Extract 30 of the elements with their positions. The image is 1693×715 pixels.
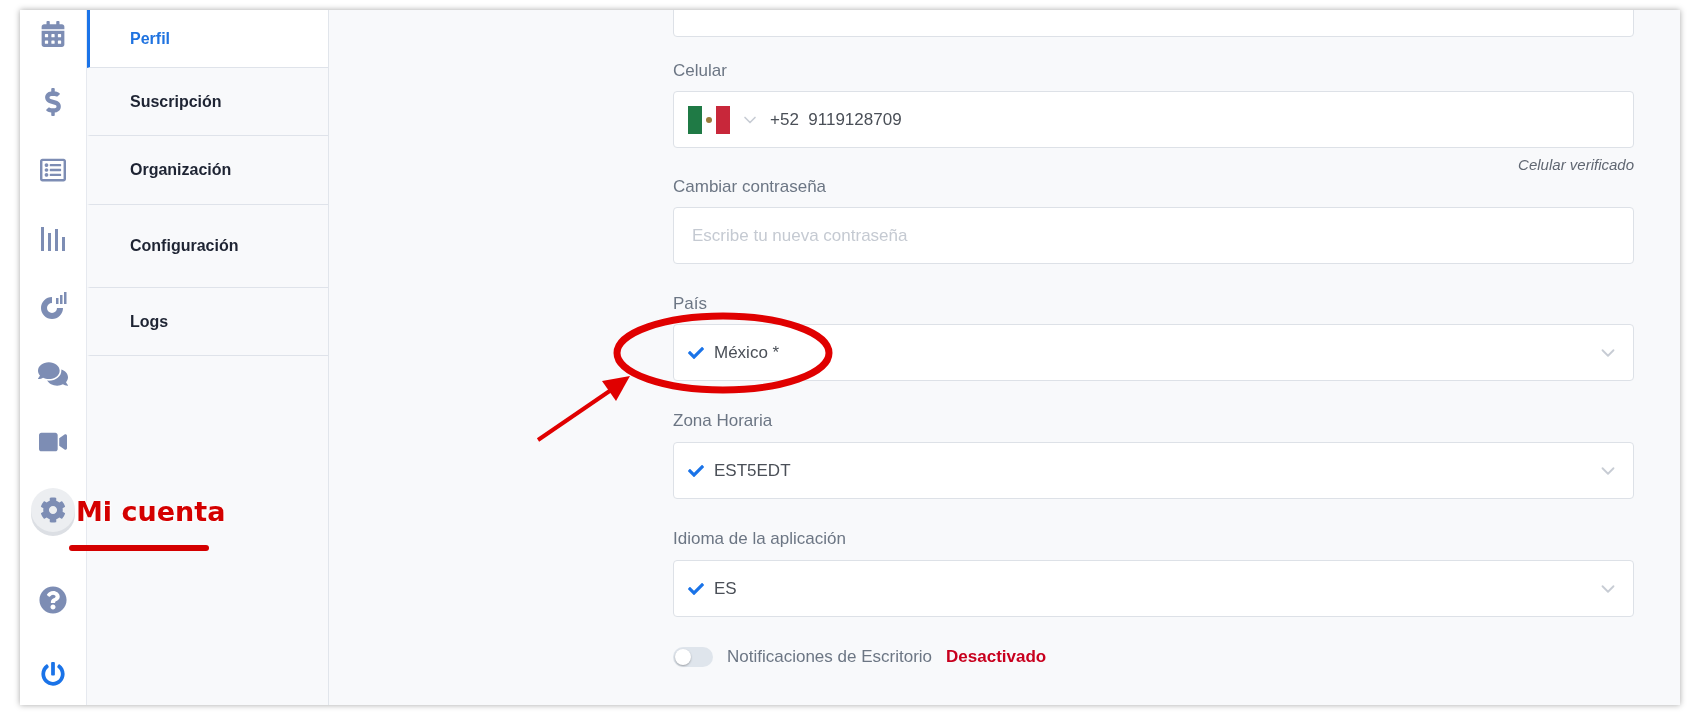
- status-text: Desactivado: [946, 647, 1047, 667]
- select-field[interactable]: ES: [673, 560, 1634, 617]
- gear-icon: [40, 497, 66, 523]
- power-icon: [41, 662, 65, 686]
- submenu-item[interactable]: Perfil: [87, 10, 328, 68]
- field-label: País: [673, 294, 709, 314]
- field-label: Celular: [673, 61, 728, 81]
- check-icon: [688, 344, 704, 361]
- calendar-icon: [40, 21, 66, 47]
- toggle-switch[interactable]: [673, 647, 713, 667]
- gauge-icon: [39, 292, 67, 320]
- select-field[interactable]: México *: [673, 324, 1634, 381]
- nav-button[interactable]: [31, 488, 75, 532]
- phone-field[interactable]: +52 9119128709: [673, 91, 1634, 148]
- check-icon: [688, 580, 704, 597]
- list-icon: [40, 157, 66, 183]
- phone-value: +52 9119128709: [770, 109, 903, 130]
- bar-chart-icon: [41, 225, 65, 251]
- field-label: Zona Horaria: [673, 411, 774, 431]
- annotation-text: Mi cuenta: [76, 496, 226, 527]
- check-icon: [688, 462, 704, 479]
- password-field[interactable]: Escribe tu nueva contraseña: [673, 207, 1634, 264]
- mexico-flag-icon[interactable]: [688, 105, 730, 134]
- help-icon: [39, 586, 67, 614]
- chat-icon: [38, 359, 68, 389]
- verified-note: Celular verificado: [1518, 156, 1634, 173]
- field-label: Cambiar contraseña: [673, 177, 828, 197]
- select-field[interactable]: EST5EDT: [673, 442, 1634, 499]
- toggle-label: Notificaciones de Escritorio: [727, 647, 933, 667]
- field-label: Idioma de la aplicación: [673, 529, 847, 549]
